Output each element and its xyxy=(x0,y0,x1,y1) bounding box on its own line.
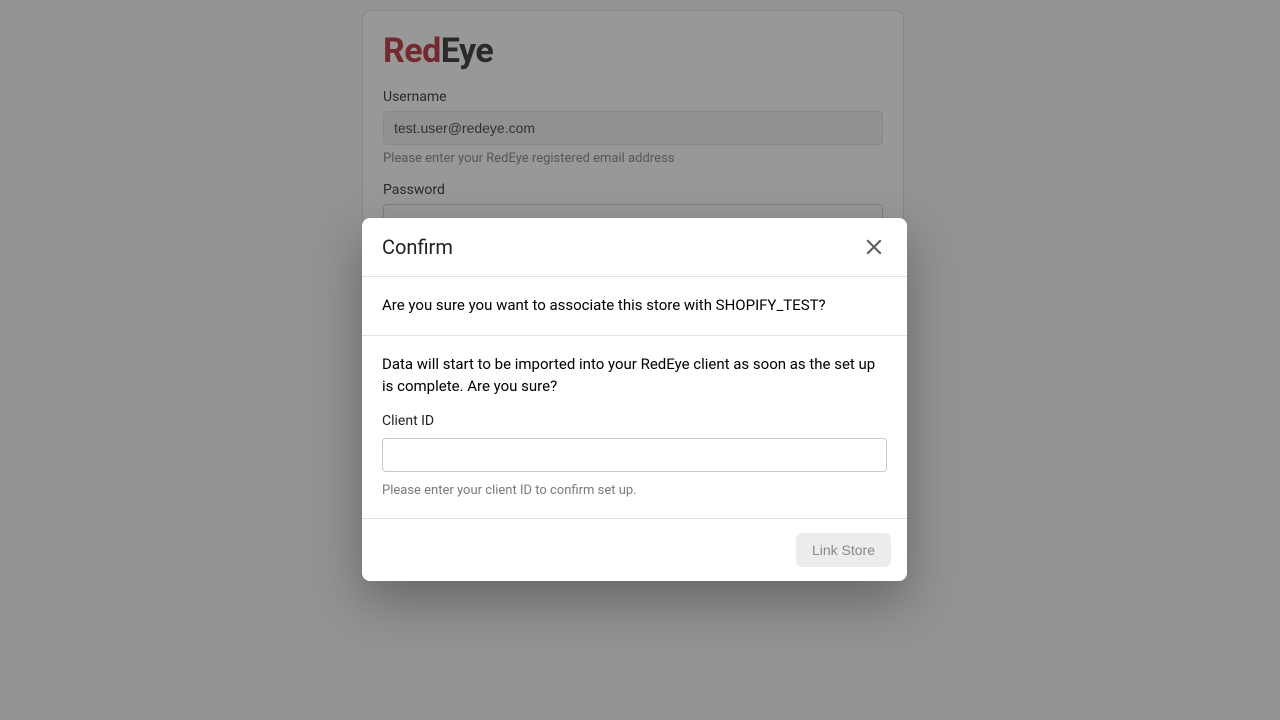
link-store-button[interactable]: Link Store xyxy=(796,533,891,567)
client-id-input[interactable] xyxy=(382,438,887,472)
modal-question: Are you sure you want to associate this … xyxy=(362,277,907,335)
modal-header: Confirm xyxy=(362,218,907,276)
modal-warning: Data will start to be imported into your… xyxy=(382,354,887,398)
modal-title: Confirm xyxy=(382,235,453,259)
close-button[interactable] xyxy=(861,234,887,260)
client-id-label: Client ID xyxy=(382,411,887,431)
modal-footer: Link Store xyxy=(362,519,907,581)
close-icon xyxy=(865,238,883,256)
modal-body: Data will start to be imported into your… xyxy=(362,336,907,519)
confirm-modal: Confirm Are you sure you want to associa… xyxy=(362,218,907,581)
client-id-hint: Please enter your client ID to confirm s… xyxy=(382,482,887,501)
